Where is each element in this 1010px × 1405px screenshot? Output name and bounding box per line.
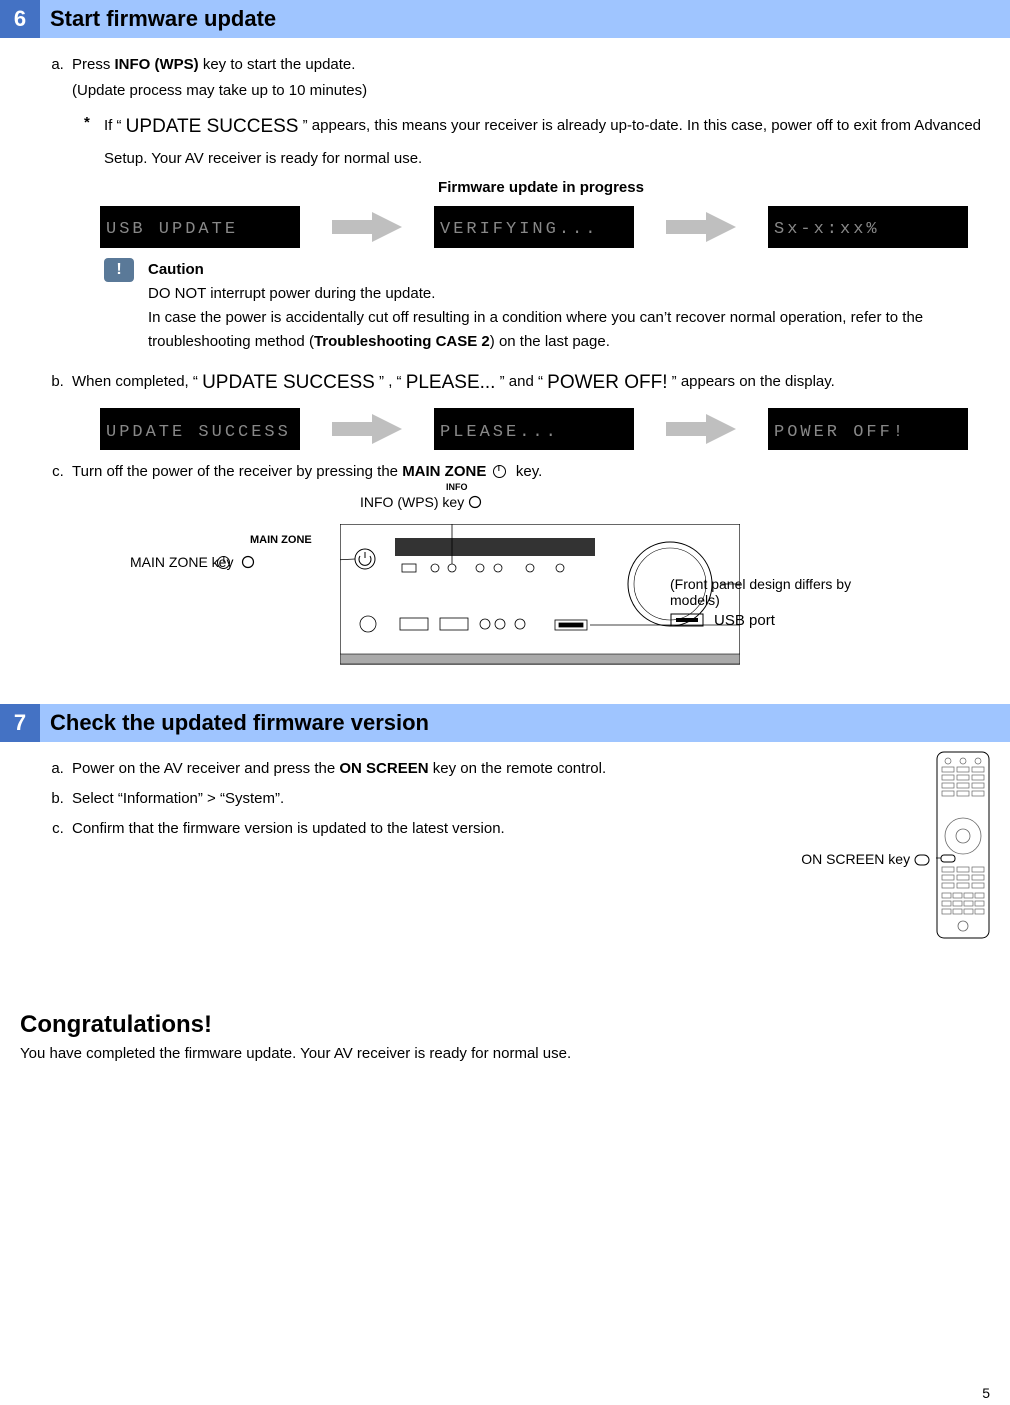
section-7-content: ON SCREEN key [0, 742, 1010, 841]
section-6-content: Press INFO (WPS) key to start the update… [0, 38, 1010, 684]
step-6a-sub: (Update process may take up to 10 minute… [72, 79, 1010, 103]
remote-svg [936, 751, 990, 941]
lcd-update-success: UPDATE SUCCESS [100, 408, 300, 450]
text: When completed, “ [72, 373, 202, 390]
main-zone-key-label: MAIN ZONE key [130, 554, 255, 570]
arrow-icon [332, 414, 402, 444]
congratulations-section: Congratulations! You have completed the … [0, 951, 1010, 1062]
lcd-verifying: VERIFYING... [434, 206, 634, 248]
step-6b: When completed, “ UPDATE SUCCESS ” , “ P… [68, 368, 1010, 450]
display-text-please: PLEASE... [406, 372, 496, 393]
lcd-poweroff: POWER OFF! [768, 408, 968, 450]
display-text-update-success: UPDATE SUCCESS [126, 116, 299, 137]
lcd-progress: Sx-x:xx% [768, 206, 968, 248]
congrats-heading: Congratulations! [20, 1011, 990, 1039]
on-screen-key-label: ON SCREEN key [801, 851, 930, 867]
info-key-label: INFO (WPS) key [360, 494, 482, 510]
section-6-header: 6 Start firmware update [0, 0, 1010, 38]
section-7-header: 7 Check the updated firmware version [0, 704, 1010, 742]
arrow-icon [666, 212, 736, 242]
text: ” , “ [375, 373, 406, 390]
text: Turn off the power of the receiver by pr… [72, 463, 402, 480]
caution-heading: Caution [148, 258, 1010, 282]
section-number: 7 [0, 704, 40, 742]
congrats-body: You have completed the firmware update. … [20, 1045, 990, 1062]
main-zone-key-name: MAIN ZONE [402, 463, 486, 480]
section-title: Start firmware update [40, 0, 1010, 38]
info-wps-key-name: INFO (WPS) [115, 56, 199, 73]
arrow-icon [666, 414, 736, 444]
main-zone-small-label: MAIN ZONE [250, 534, 312, 546]
text: Press [72, 56, 115, 73]
caution-icon: ! [104, 258, 134, 282]
text: ) on the last page. [490, 333, 610, 350]
display-text-poweroff: POWER OFF! [547, 372, 667, 393]
caution-line1: DO NOT interrupt power during the update… [148, 282, 1010, 306]
lcd-usb-update: USB UPDATE [100, 206, 300, 248]
display-row-2: UPDATE SUCCESS PLEASE... POWER OFF! [72, 408, 1010, 450]
arrow-icon [332, 212, 402, 242]
display-row-1: USB UPDATE VERIFYING... Sx-x:xx% [72, 206, 1010, 248]
section-title: Check the updated firmware version [40, 704, 1010, 742]
troubleshooting-ref: Troubleshooting CASE 2 [314, 333, 490, 350]
page-number: 5 [982, 1385, 990, 1401]
on-screen-key-name: ON SCREEN [339, 760, 428, 777]
section-number: 6 [0, 0, 40, 38]
caution-line2: In case the power is accidentally cut of… [148, 306, 1010, 354]
remote-illustration: ON SCREEN key [790, 751, 990, 951]
lcd-please: PLEASE... [434, 408, 634, 450]
front-panel-illustration: INFO (WPS) key INFO MAIN ZONE MAIN ZONE … [150, 494, 900, 684]
power-icon [217, 556, 230, 569]
usb-icon [670, 613, 704, 627]
front-panel-note: (Front panel design differs by models) [670, 576, 900, 608]
display-text-update-success: UPDATE SUCCESS [202, 372, 375, 393]
step-6c: Turn off the power of the receiver by pr… [68, 460, 1010, 484]
text: If “ [104, 117, 126, 134]
step-6a-note: If “ UPDATE SUCCESS ” appears, this mean… [90, 109, 1010, 174]
text: Power on the AV receiver and press the [72, 760, 339, 777]
text: key on the remote control. [429, 760, 607, 777]
text: ” and “ [495, 373, 547, 390]
power-icon [493, 465, 506, 478]
usb-port-label: USB port [670, 612, 775, 629]
text: ” appears on the display. [667, 373, 834, 390]
text: key to start the update. [199, 56, 356, 73]
info-small-label: INFO [446, 482, 468, 492]
step-6a: Press INFO (WPS) key to start the update… [68, 53, 1010, 354]
text: key. [512, 463, 543, 480]
progress-label: Firmware update in progress [72, 176, 1010, 200]
